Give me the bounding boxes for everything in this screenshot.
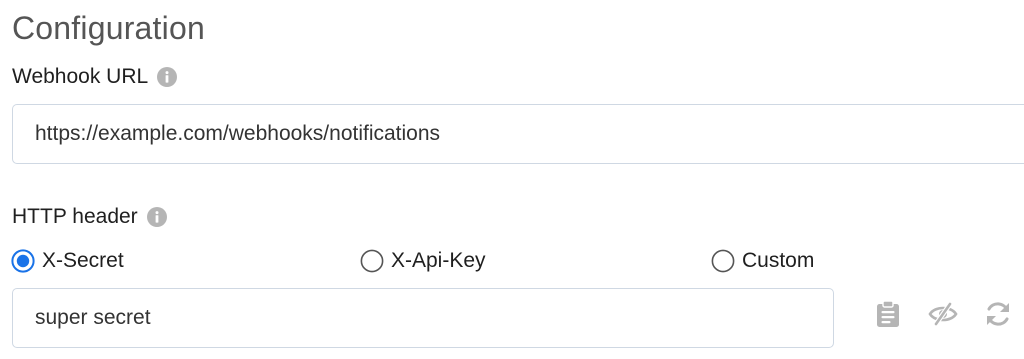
radio-x-secret-label: X-Secret xyxy=(42,249,124,272)
radio-selected-icon xyxy=(11,249,35,273)
radio-x-secret[interactable]: X-Secret xyxy=(11,249,124,273)
clipboard-icon xyxy=(876,299,900,333)
http-header-label: HTTP header xyxy=(12,205,167,229)
radio-x-api-key[interactable]: X-Api-Key xyxy=(360,249,486,273)
info-icon[interactable] xyxy=(146,207,167,227)
radio-custom-label: Custom xyxy=(742,249,815,272)
http-header-value-input[interactable] xyxy=(12,288,834,348)
copy-button[interactable] xyxy=(873,299,903,333)
radio-custom[interactable]: Custom xyxy=(711,249,814,273)
radio-unselected-icon xyxy=(360,249,384,273)
webhook-url-input[interactable] xyxy=(12,104,1024,164)
configuration-panel: Configuration Webhook URL HTTP header xyxy=(0,0,1024,359)
webhook-url-label-text: Webhook URL xyxy=(12,65,149,88)
webhook-url-label: Webhook URL xyxy=(12,65,178,89)
eye-slash-icon xyxy=(928,301,958,332)
http-header-label-text: HTTP header xyxy=(12,205,138,228)
page-title: Configuration xyxy=(12,10,205,46)
regenerate-button[interactable] xyxy=(983,300,1013,332)
info-icon[interactable] xyxy=(157,67,178,87)
refresh-icon xyxy=(984,300,1012,333)
radio-x-api-key-label: X-Api-Key xyxy=(391,249,486,272)
radio-unselected-icon xyxy=(711,249,735,273)
toggle-visibility-button[interactable] xyxy=(928,300,958,332)
